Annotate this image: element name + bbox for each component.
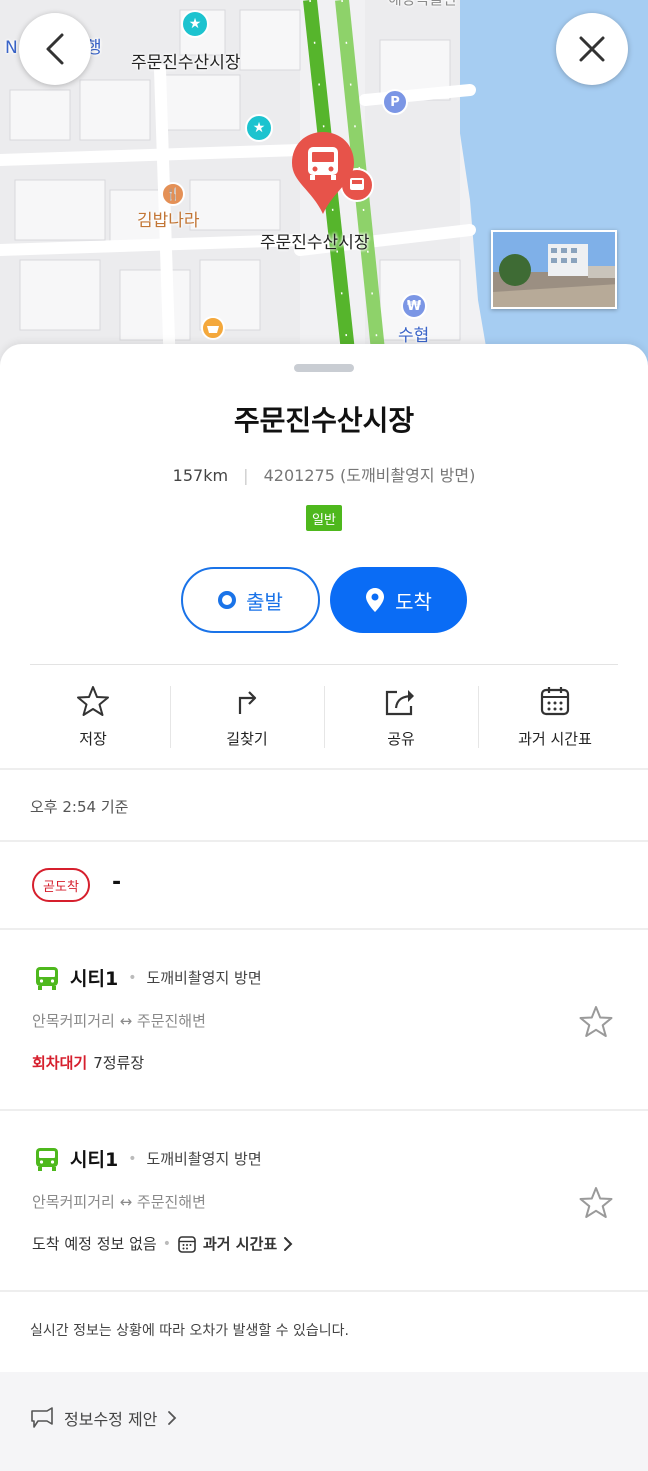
fork-knife-icon[interactable]: 🍴 xyxy=(161,182,185,206)
separator-dot: • xyxy=(162,1235,171,1252)
basket-icon[interactable] xyxy=(201,316,225,340)
action-bar: 저장 길찾기 공유 과거 시간표 xyxy=(16,684,632,754)
directions-action[interactable]: 길찾기 xyxy=(170,684,324,754)
favorite-star-icon[interactable] xyxy=(578,1004,614,1040)
suggest-edit-label: 정보수정 제안 xyxy=(64,1410,158,1429)
won-icon[interactable]: ₩ xyxy=(401,293,427,319)
directions-label: 길찾기 xyxy=(226,730,268,748)
status-text: 7정류장 xyxy=(93,1054,145,1072)
divider xyxy=(30,664,618,665)
save-action[interactable]: 저장 xyxy=(16,684,170,754)
route-direction: 도깨비촬영지 방면 xyxy=(146,1150,262,1168)
chevron-right-icon xyxy=(168,1411,177,1425)
turn-right-icon xyxy=(238,691,257,714)
route-name: 시티1 xyxy=(70,1149,119,1171)
share-action[interactable]: 공유 xyxy=(324,684,478,754)
separator-dot: • xyxy=(128,969,137,986)
back-button[interactable] xyxy=(19,13,91,85)
stop-detail-sheet: 주문진수산시장 157km | 4201275 (도깨비촬영지 방면) 일반 출… xyxy=(0,344,648,1471)
status-highlight: 회차대기 xyxy=(32,1054,88,1072)
meta-separator: | xyxy=(243,466,249,485)
route-path: 안목커피거리 ↔ 주문진해변 xyxy=(32,1193,206,1211)
stop-meta: 157km | 4201275 (도깨비촬영지 방면) xyxy=(0,462,648,486)
route-item[interactable]: 시티1 • 도깨비촬영지 방면 안목커피거리 ↔ 주문진해변 회차대기 7정류장 xyxy=(0,964,648,1110)
divider xyxy=(0,928,648,930)
arrive-label: 도착 xyxy=(395,589,432,614)
star-icon[interactable]: ★ xyxy=(181,10,209,38)
timebase-text: 오후 2:54 기준 xyxy=(30,798,129,816)
stop-direction: (도깨비촬영지 방면) xyxy=(339,466,476,485)
stop-type-badge: 일반 xyxy=(306,505,342,531)
close-button[interactable] xyxy=(556,13,628,85)
sheet-drag-handle[interactable] xyxy=(294,364,354,372)
bus-icon xyxy=(36,966,58,990)
stop-distance: 157km xyxy=(172,466,229,485)
status-text: 도착 예정 정보 없음 xyxy=(32,1235,157,1253)
origin-dot-icon xyxy=(218,591,237,609)
star-icon[interactable]: ★ xyxy=(245,114,273,142)
footer: 정보수정 제안 xyxy=(0,1372,648,1471)
suggest-edit-button[interactable]: 정보수정 제안 xyxy=(30,1406,177,1430)
close-icon xyxy=(579,36,605,62)
calendar-icon xyxy=(540,687,570,716)
map-label-market[interactable]: 주문진수산시장 xyxy=(131,48,240,73)
megaphone-icon xyxy=(31,1407,53,1428)
arriving-soon-badge: 곧도착 xyxy=(32,868,90,902)
route-name: 시티1 xyxy=(70,968,119,990)
bus-stop-marker[interactable] xyxy=(290,130,356,216)
route-item[interactable]: 시티1 • 도깨비촬영지 방면 안목커피거리 ↔ 주문진해변 도착 예정 정보 … xyxy=(0,1145,648,1291)
map-label-stop[interactable]: 주문진수산시장 xyxy=(260,228,369,253)
depart-button[interactable]: 출발 xyxy=(181,567,320,633)
separator-dot: • xyxy=(128,1150,137,1167)
parking-icon[interactable]: P xyxy=(382,89,408,115)
share-label: 공유 xyxy=(387,730,415,748)
map-view[interactable]: ★ ★ 🍴 P ₩ N 행 해양곡물관 주문진수산시장 김밥나라 주문진수산시장… xyxy=(0,0,648,370)
divider xyxy=(0,768,648,770)
bus-icon xyxy=(36,1147,58,1171)
divider xyxy=(0,1109,648,1111)
route-status: 회차대기 7정류장 xyxy=(32,1052,144,1073)
map-label: 해양곡물관 xyxy=(388,0,457,9)
route-path: 안목커피거리 ↔ 주문진해변 xyxy=(32,1012,206,1030)
map-label: N xyxy=(5,38,18,58)
route-status: 도착 예정 정보 없음 • 과거 시간표 xyxy=(32,1233,293,1254)
save-label: 저장 xyxy=(79,730,107,748)
stop-id: 4201275 xyxy=(263,466,335,485)
chevron-left-icon xyxy=(46,33,64,65)
realtime-notice: 실시간 정보는 상황에 따라 오차가 발생할 수 있습니다. xyxy=(30,1323,349,1339)
map-label-restaurant[interactable]: 김밥나라 xyxy=(137,206,200,231)
past-timetable-label: 과거 시간표 xyxy=(518,730,592,748)
arrive-button[interactable]: 도착 xyxy=(330,567,467,633)
location-pin-icon xyxy=(366,588,385,612)
divider xyxy=(0,1290,648,1292)
map-label-bank[interactable]: 수협 xyxy=(398,321,429,346)
past-timetable-action[interactable]: 과거 시간표 xyxy=(478,684,632,754)
arriving-soon-value: - xyxy=(112,870,122,895)
route-direction: 도깨비촬영지 방면 xyxy=(146,969,262,987)
share-icon xyxy=(385,690,414,716)
depart-label: 출발 xyxy=(246,589,283,614)
route-header: 시티1 • 도깨비촬영지 방면 xyxy=(34,1145,262,1172)
star-outline-icon xyxy=(77,686,109,716)
chevron-right-icon xyxy=(284,1236,293,1251)
stop-title: 주문진수산시장 xyxy=(233,404,415,437)
street-view-thumbnail[interactable] xyxy=(491,230,617,309)
past-timetable-link[interactable]: 과거 시간표 xyxy=(177,1233,293,1254)
route-header: 시티1 • 도깨비촬영지 방면 xyxy=(34,964,262,991)
calendar-icon xyxy=(178,1235,196,1253)
divider xyxy=(0,840,648,842)
favorite-star-icon[interactable] xyxy=(578,1185,614,1221)
past-timetable-link-label: 과거 시간표 xyxy=(202,1235,278,1253)
